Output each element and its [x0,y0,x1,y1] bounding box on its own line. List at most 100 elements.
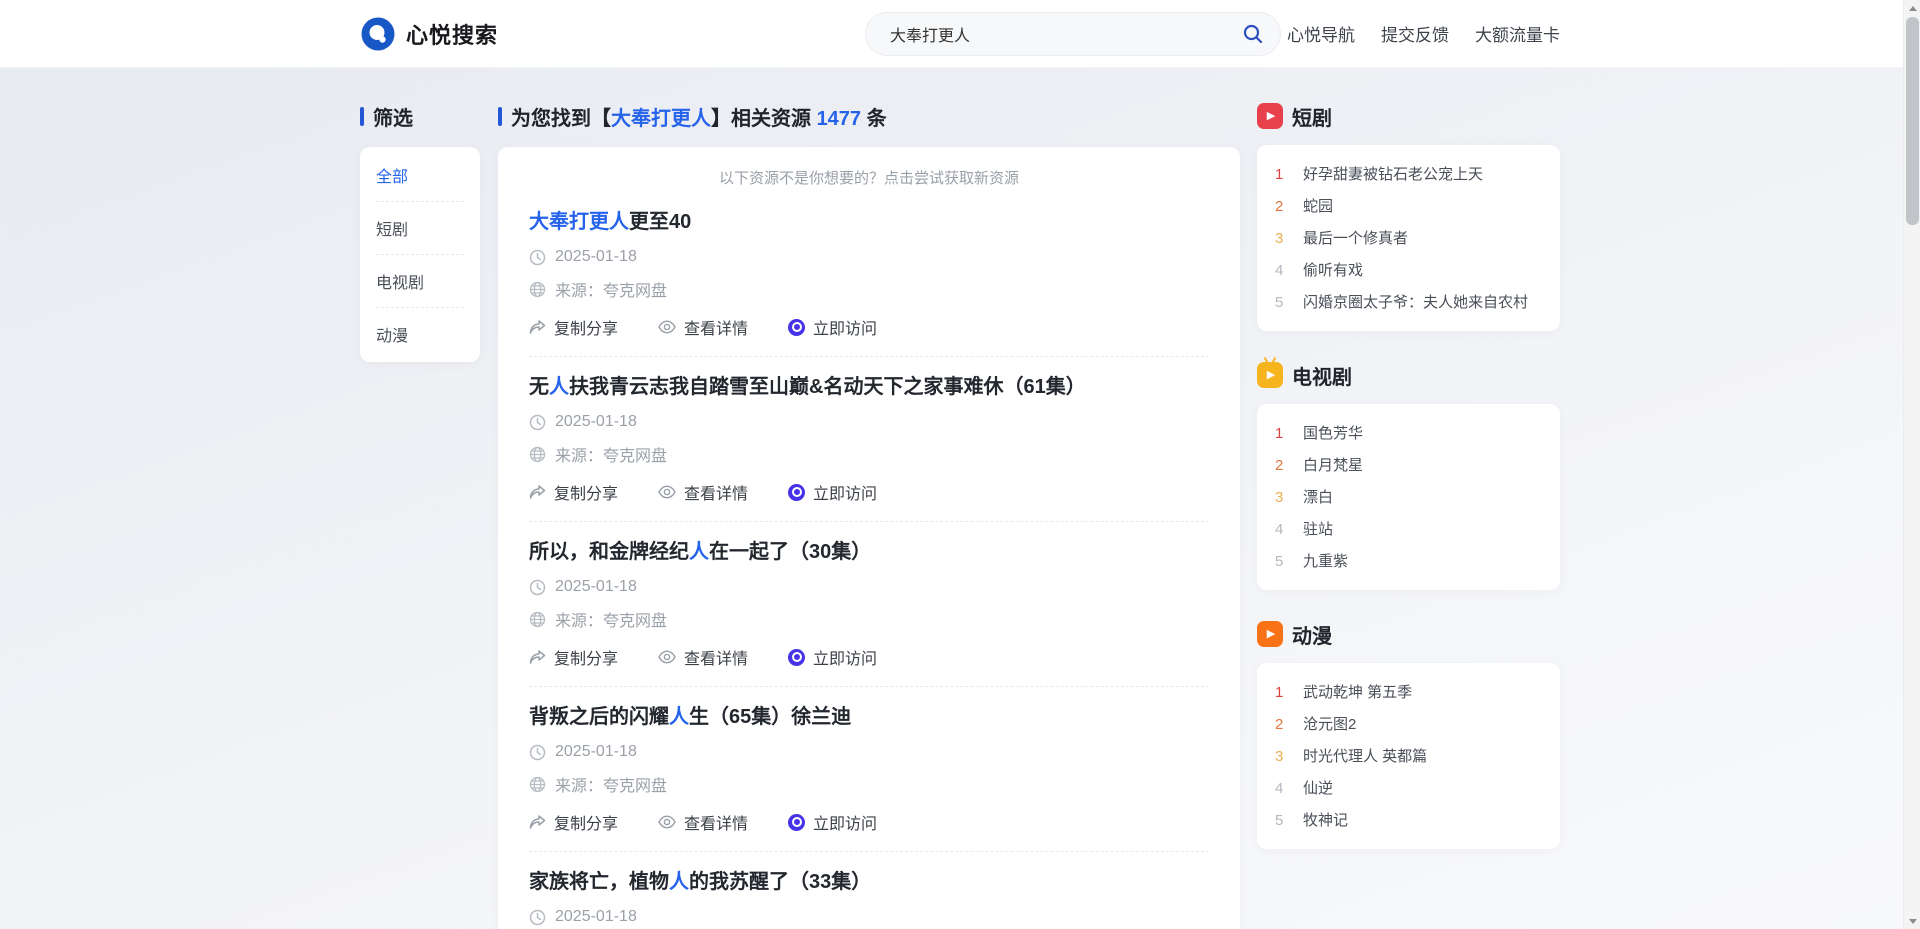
eye-icon [658,815,676,829]
result-title[interactable]: 家族将亡，植物人的我苏醒了（33集） [529,868,1209,896]
eye-icon [658,320,676,334]
rank-list: 1国色芳华2白月梵星3漂白4驻站5九重紫 [1257,404,1560,590]
red-play-icon: ▶ [1257,103,1283,129]
view-detail-action[interactable]: 查看详情 [658,645,748,669]
scroll-up-arrow[interactable] [1904,0,1920,16]
title-text: 扶我青云志我自踏雪至山巅&名动天下之家事难休（61集） [569,376,1086,398]
result-date: 2025-01-18 [555,413,637,431]
share-icon [529,650,546,665]
result-title[interactable]: 无人扶我青云志我自踏雪至山巅&名动天下之家事难休（61集） [529,373,1209,401]
rank-title: 驻站 [1303,520,1333,539]
view-detail-action[interactable]: 查看详情 [658,315,748,339]
nav-link-2[interactable]: 提交反馈 [1381,21,1449,46]
filter-card: 全部短剧电视剧动漫 [360,147,480,362]
panel-title: 动漫 [1292,620,1332,649]
search-input[interactable] [865,12,1281,56]
rank-item[interactable]: 5九重紫 [1275,545,1542,577]
rank-number: 3 [1275,489,1291,506]
result-source: 来源：夸克网盘 [555,277,667,301]
rank-item[interactable]: 5牧神记 [1275,804,1542,836]
copy-share-action[interactable]: 复制分享 [529,810,618,834]
scroll-down-arrow[interactable] [1904,913,1920,929]
rank-number: 4 [1275,262,1291,279]
rank-item[interactable]: 1武动乾坤 第五季 [1275,676,1542,708]
result-source-row: 来源：夸克网盘 [529,607,1209,631]
panel-heading: ▶ 电视剧 [1257,363,1560,387]
visit-action[interactable]: 立即访问 [788,480,877,504]
scrollbar-thumb[interactable] [1906,17,1919,225]
brand[interactable]: 心悦搜索 [360,0,498,67]
visit-action[interactable]: 立即访问 [788,315,877,339]
rank-item[interactable]: 3时光代理人 英都篇 [1275,740,1542,772]
search-box [865,12,1281,56]
visit-action[interactable]: 立即访问 [788,645,877,669]
copy-share-action[interactable]: 复制分享 [529,645,618,669]
clock-icon [529,744,546,761]
globe-icon [529,776,546,793]
rank-item[interactable]: 4驻站 [1275,513,1542,545]
view-detail-action[interactable]: 查看详情 [658,480,748,504]
filter-item[interactable]: 全部 [376,149,464,202]
copy-share-label: 复制分享 [554,480,618,504]
globe-icon [529,281,546,298]
result-actions: 复制分享 查看详情 立即访问 [529,645,1209,669]
search-icon [1242,23,1264,45]
result-item: 背叛之后的闪耀人生（65集）徐兰迪 2025-01-18 来源：夸克网盘 [529,687,1209,852]
refresh-notice[interactable]: 以下资源不是你想要的？点击尝试获取新资源 [529,167,1209,188]
result-date-row: 2025-01-18 [529,413,1209,431]
result-actions: 复制分享 查看详情 立即访问 [529,480,1209,504]
rank-item[interactable]: 2 沧元图2 [1275,708,1542,740]
rank-title: 沧元图2 [1303,715,1356,734]
rank-item[interactable]: 2蛇园 [1275,190,1542,222]
title-keyword: 人 [689,541,709,563]
rank-title: 好孕甜妻被钻石老公宠上天 [1303,165,1483,184]
panel-title: 短剧 [1292,102,1332,131]
copy-share-action[interactable]: 复制分享 [529,480,618,504]
rank-number: 1 [1275,425,1291,442]
rank-number: 3 [1275,748,1291,765]
rank-title: 牧神记 [1303,811,1348,830]
copy-share-action[interactable]: 复制分享 [529,315,618,339]
rank-list: 1武动乾坤 第五季 2 沧元图2 3时光代理人 英都篇4仙逆5牧神记 [1257,663,1560,849]
play-icon: ▶ [1267,111,1275,122]
rank-title: 仙逆 [1303,779,1333,798]
view-detail-label: 查看详情 [684,315,748,339]
brand-logo-icon [360,16,396,52]
visit-label: 立即访问 [813,315,877,339]
clock-icon [529,579,546,596]
rank-item[interactable]: 3最后一个修真者 [1275,222,1542,254]
globe-icon [529,611,546,628]
rank-item[interactable]: 5闪婚京圈太子爷：夫人她来自农村 [1275,286,1542,318]
nav-link-1[interactable]: 心悦导航 [1287,21,1355,46]
filter-item[interactable]: 短剧 [376,202,464,255]
results-heading: 为您找到【大奉打更人】相关资源 1477 条 [498,104,1240,128]
rank-item[interactable]: 1好孕甜妻被钻石老公宠上天 [1275,158,1542,190]
rank-number: 1 [1275,684,1291,701]
rank-number: 2 [1275,716,1291,733]
rank-item[interactable]: 2白月梵星 [1275,449,1542,481]
filter-item[interactable]: 电视剧 [376,255,464,308]
rank-title: 闪婚京圈太子爷：夫人她来自农村 [1303,293,1528,312]
rank-number: 2 [1275,198,1291,215]
result-actions: 复制分享 查看详情 立即访问 [529,810,1209,834]
rank-item[interactable]: 3漂白 [1275,481,1542,513]
tv-icon: ▶ [1257,362,1283,388]
visit-action[interactable]: 立即访问 [788,810,877,834]
rank-item[interactable]: 1国色芳华 [1275,417,1542,449]
rank-item[interactable]: 4偷听有戏 [1275,254,1542,286]
title-text: 无 [529,376,549,398]
result-title[interactable]: 背叛之后的闪耀人生（65集）徐兰迪 [529,703,1209,731]
nav-link-3[interactable]: 大额流量卡 [1475,21,1560,46]
title-text: 更至40 [629,211,691,233]
filter-item[interactable]: 动漫 [376,308,464,360]
result-title[interactable]: 大奉打更人更至40 [529,208,1209,236]
result-source-row: 来源：夸克网盘 [529,772,1209,796]
view-detail-action[interactable]: 查看详情 [658,810,748,834]
title-keyword: 大奉打更人 [529,211,629,233]
result-title[interactable]: 所以，和金牌经纪人在一起了（30集） [529,538,1209,566]
rank-item[interactable]: 4仙逆 [1275,772,1542,804]
visit-label: 立即访问 [813,810,877,834]
search-button[interactable] [1233,16,1273,52]
visit-icon [788,319,805,336]
scrollbar[interactable] [1903,0,1920,929]
